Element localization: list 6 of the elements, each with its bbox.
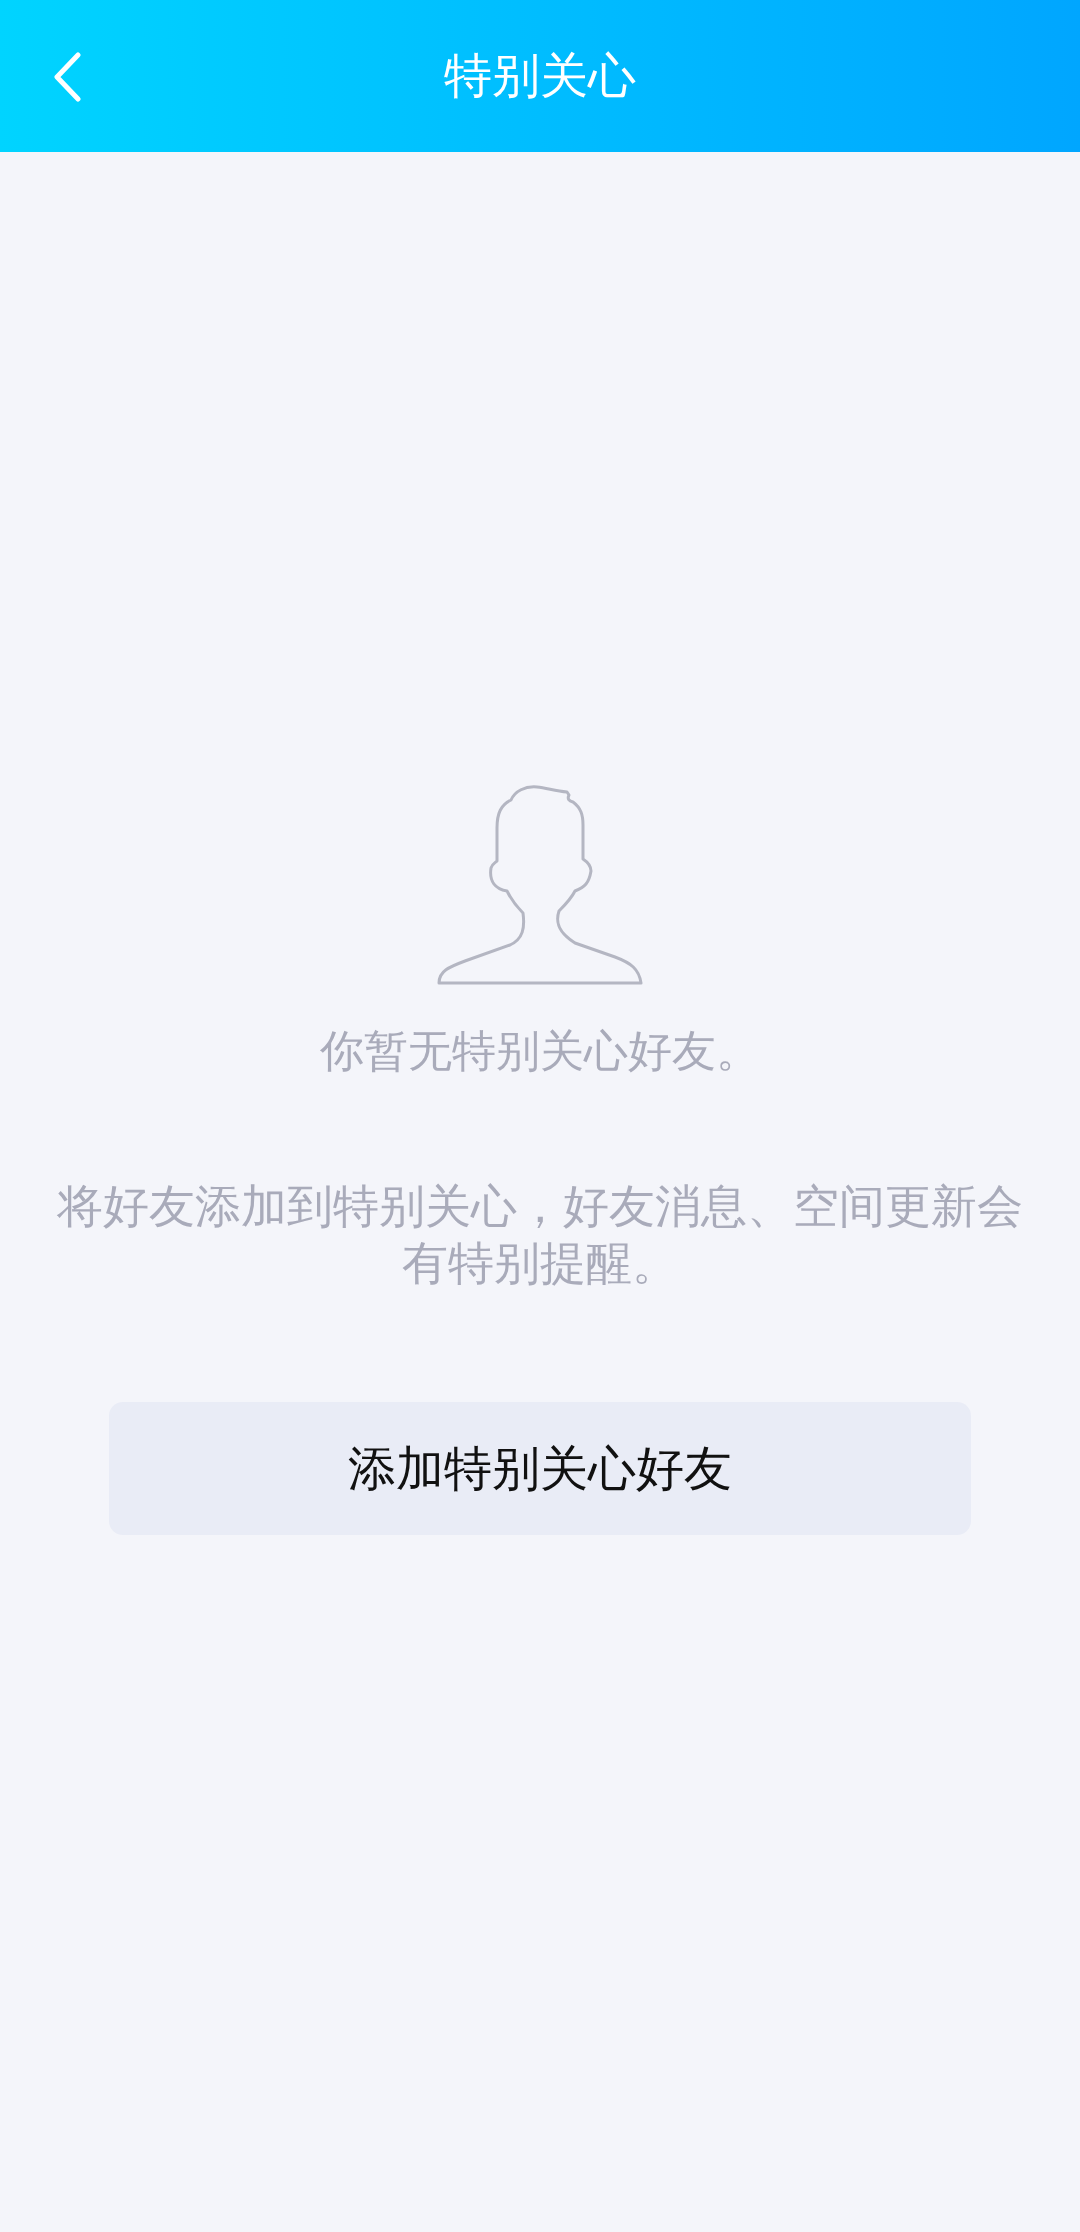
page-title: 特别关心	[444, 46, 636, 105]
add-friend-button[interactable]: 添加特别关心好友	[109, 1402, 971, 1535]
person-silhouette-icon	[435, 783, 645, 986]
empty-message: 你暂无特别关心好友。	[320, 1024, 760, 1078]
back-icon[interactable]	[52, 52, 82, 102]
empty-description: 将好友添加到特别关心，好友消息、空间更新会有特别提醒。	[56, 1178, 1024, 1292]
